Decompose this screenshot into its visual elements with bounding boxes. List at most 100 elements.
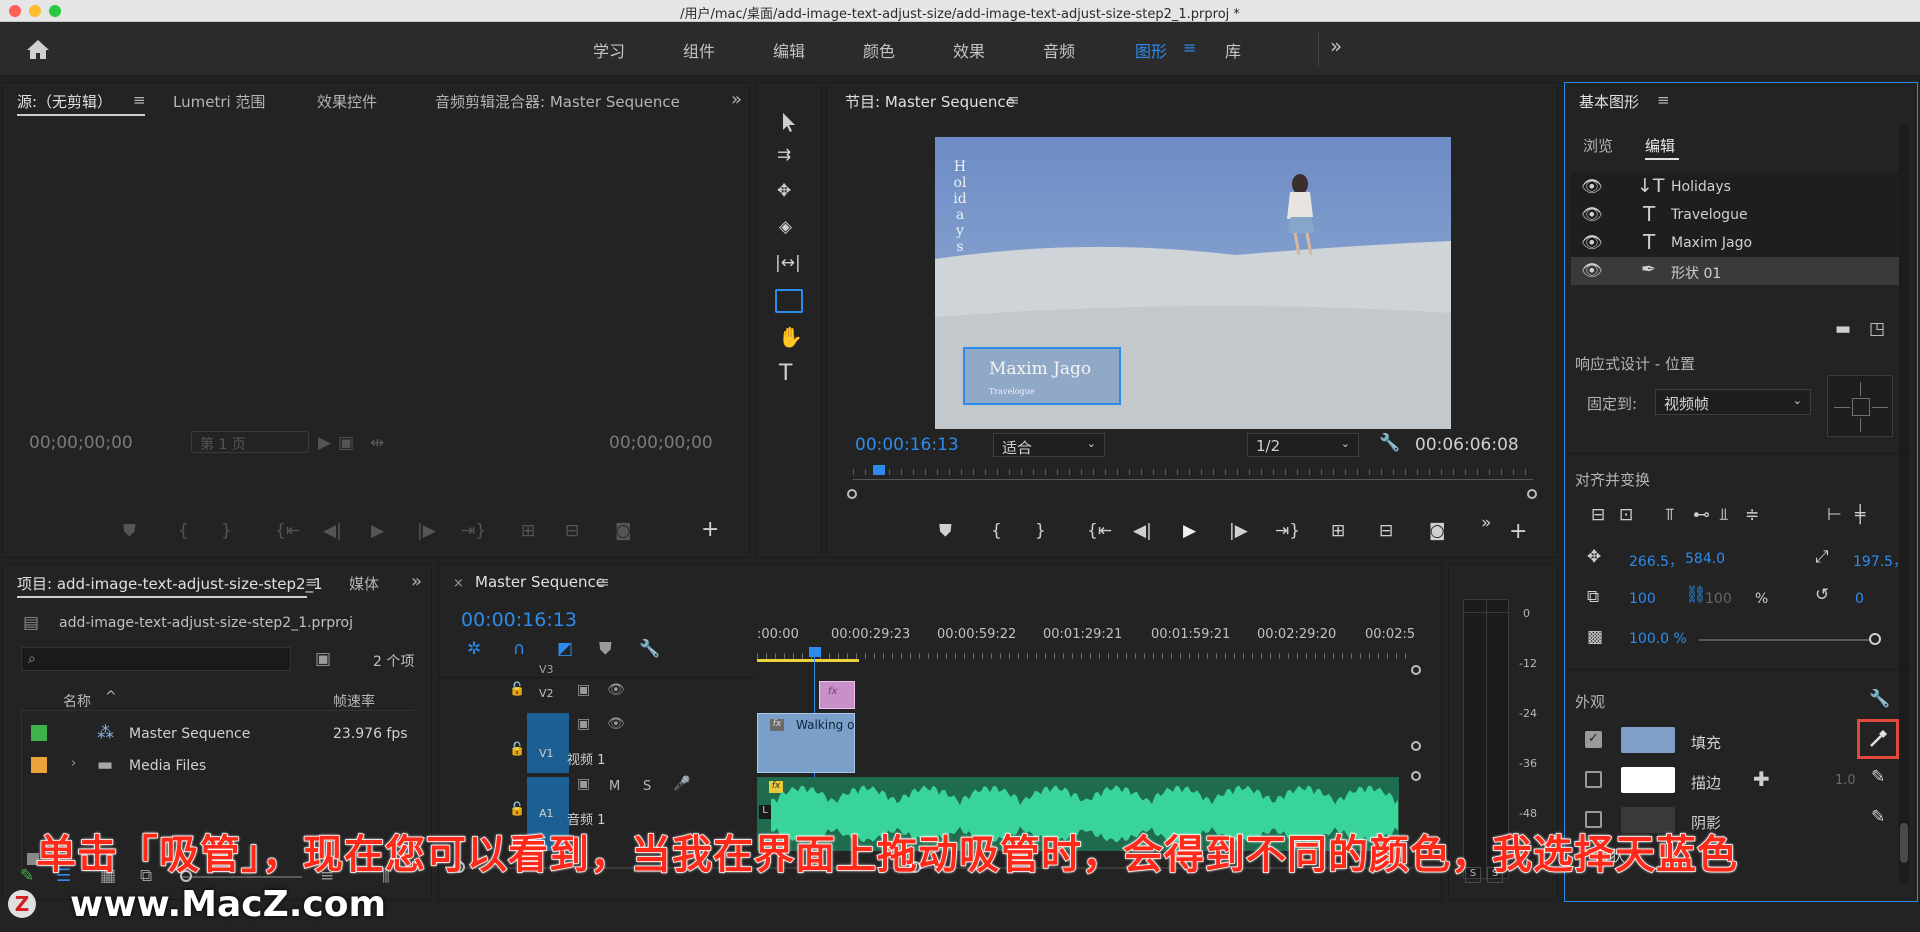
slip-tool-icon[interactable]: |↔| (775, 255, 801, 272)
program-monitor-title[interactable]: 节目: Master Sequence (845, 91, 1015, 112)
tab-effect-controls[interactable]: 效果控件 (317, 91, 377, 112)
layer-row[interactable]: 👁 ↓T Holidays (1571, 173, 1901, 201)
solo-button[interactable]: S (643, 779, 651, 794)
program-video-frame[interactable]: Holidays Maxim Jago Travelogue (935, 137, 1451, 429)
go-to-out-icon[interactable]: ⇥} (461, 523, 486, 540)
add-marker-icon[interactable]: ⛊ (599, 641, 612, 658)
tab-source[interactable]: 源:（无剪辑） (17, 91, 112, 112)
workspace-learn[interactable]: 学习 (593, 38, 625, 62)
panel-scrollbar[interactable] (1899, 123, 1909, 883)
graphic-clip[interactable]: fx (819, 681, 855, 709)
sort-ascending-icon[interactable]: ^ (105, 689, 117, 705)
track-select-tool-icon[interactable]: ⇉ (777, 147, 791, 164)
position-x[interactable]: 266.5， (1629, 551, 1683, 571)
align-bottom-icon[interactable]: ⫫ (1719, 507, 1729, 524)
track-height-handle[interactable] (1411, 665, 1421, 675)
pin-edges-widget[interactable] (1827, 375, 1893, 437)
play-icon[interactable]: ▶ (1183, 523, 1196, 540)
project-search-input[interactable]: ⌕ (21, 647, 291, 671)
tab-lumetri-scopes[interactable]: Lumetri 范围 (173, 91, 265, 112)
layer-row-selected[interactable]: 👁 ✒ 形状 01 (1571, 257, 1901, 285)
workspace-assembly[interactable]: 组件 (683, 38, 715, 62)
workspace-editing[interactable]: 编辑 (773, 38, 805, 62)
timeline-ruler[interactable]: :00:00 00:00:29:23 00:00:59:22 00:01:29:… (757, 627, 1417, 647)
overlay-vertical-text[interactable]: Holidays (953, 159, 967, 255)
insert-clip-icon[interactable]: ⊞ (521, 523, 535, 540)
hand-tool-icon[interactable]: ✋ (778, 327, 803, 347)
type-tool-icon[interactable]: T (779, 363, 792, 385)
mark-in-icon[interactable]: { (178, 523, 189, 540)
link-icon[interactable]: ⛓ (1685, 587, 1707, 604)
column-fps[interactable]: 帧速率 (333, 691, 375, 711)
more-tabs-icon[interactable]: » (731, 89, 742, 110)
snap-icon[interactable]: ∩ (513, 641, 525, 658)
rotation-value[interactable]: 0 (1855, 591, 1864, 607)
mark-in-icon[interactable]: { (991, 523, 1002, 540)
layer-row[interactable]: 👁 T Maxim Jago (1571, 229, 1901, 257)
program-mini-timeline[interactable] (853, 465, 1533, 481)
overlay-shape-box[interactable]: Maxim Jago Travelogue (963, 347, 1121, 405)
out-point-handle[interactable] (1527, 489, 1537, 499)
rectangle-tool-icon[interactable] (775, 289, 803, 313)
work-area-bar[interactable] (757, 659, 859, 662)
opacity-slider-handle[interactable] (1869, 633, 1881, 645)
lock-icon[interactable]: 🔓 (509, 683, 525, 696)
workspace-color[interactable]: 颜色 (863, 38, 895, 62)
fill-color-swatch[interactable] (1621, 727, 1675, 753)
program-timecode[interactable]: 00:00:16:13 (855, 435, 959, 455)
eye-icon[interactable]: 👁 (607, 683, 625, 697)
microphone-icon[interactable]: 🎤 (673, 777, 690, 791)
timeline-tab[interactable]: Master Sequence (475, 573, 605, 591)
stroke-checkbox[interactable] (1585, 771, 1602, 788)
new-layer-icon[interactable]: ◳ (1869, 321, 1885, 338)
close-tab-icon[interactable]: × (453, 577, 464, 590)
go-to-in-icon[interactable]: {⇤ (275, 523, 300, 540)
eyedropper-icon[interactable] (1867, 728, 1889, 750)
wrench-icon[interactable]: 🔧 (1379, 435, 1400, 452)
page-select[interactable]: 第 1 页 (191, 431, 309, 453)
fit-select[interactable]: 适合 ⌄ (993, 433, 1105, 457)
tab-audio-clip-mixer[interactable]: 音频剪辑混合器: Master Sequence (435, 91, 680, 112)
more-buttons-icon[interactable]: » (1481, 515, 1491, 532)
workspace-menu-icon[interactable]: ≡ (1183, 38, 1196, 57)
play-icon[interactable]: ▶ (371, 523, 384, 540)
panel-menu-icon[interactable]: ≡ (1657, 91, 1670, 109)
toggle-sync-icon[interactable]: ▣ (577, 777, 590, 791)
panel-menu-icon[interactable]: ≡ (133, 91, 146, 109)
tab-media-browser[interactable]: 媒体 (349, 573, 379, 594)
label-color-swatch[interactable] (31, 725, 47, 741)
playhead[interactable] (873, 465, 885, 475)
more-tabs-icon[interactable]: » (411, 571, 422, 592)
panel-menu-icon[interactable]: ≡ (1007, 91, 1020, 109)
align-horizontal-center-icon[interactable]: ⊡ (1619, 507, 1633, 524)
eye-icon[interactable]: 👁 (607, 717, 625, 731)
workspace-libraries[interactable]: 库 (1225, 38, 1241, 62)
eye-icon[interactable]: 👁 (1581, 207, 1603, 224)
nest-icon[interactable]: ✲ (467, 641, 481, 658)
track-height-handle[interactable] (1411, 771, 1421, 781)
project-item[interactable]: ⁂ Master Sequence 23.976 fps (21, 719, 415, 749)
video-clip[interactable]: fx Walking o (757, 713, 855, 773)
pencil-icon[interactable]: ✎ (20, 868, 34, 885)
go-to-out-icon[interactable]: ⇥} (1275, 523, 1300, 540)
export-frame-icon[interactable]: ◙ (1429, 523, 1446, 540)
stroke-width-value[interactable]: 1.0 (1835, 773, 1856, 788)
align-top-icon[interactable]: ⫪ (1665, 507, 1675, 524)
stroke-color-swatch[interactable] (1621, 767, 1675, 793)
source-timecode-right[interactable]: 00;00;00;00 (609, 433, 713, 453)
in-point-handle[interactable] (847, 489, 857, 499)
overwrite-clip-icon[interactable]: ⊟ (565, 523, 579, 540)
project-item[interactable]: › ▬ Media Files (21, 751, 415, 781)
panel-menu-icon[interactable]: ≡ (597, 573, 610, 591)
more-workspaces-icon[interactable]: » (1330, 34, 1342, 58)
eyedropper-icon[interactable]: ✎ (1871, 809, 1885, 826)
align-vertical-center-icon[interactable]: ⊟ (1591, 507, 1605, 524)
position-y[interactable]: 584.0 (1685, 551, 1725, 567)
resolution-select[interactable]: 1/2 ⌄ (1247, 433, 1359, 457)
lift-icon[interactable]: ⊞ (1331, 523, 1345, 540)
timeline-timecode[interactable]: 00:00:16:13 (461, 609, 577, 631)
opacity-value[interactable]: 100.0 % (1629, 631, 1687, 647)
add-button-icon[interactable]: + (701, 519, 719, 541)
workspace-graphics[interactable]: 图形 (1135, 38, 1167, 62)
pin-to-select[interactable]: 视频帧 ⌄ (1655, 389, 1811, 415)
